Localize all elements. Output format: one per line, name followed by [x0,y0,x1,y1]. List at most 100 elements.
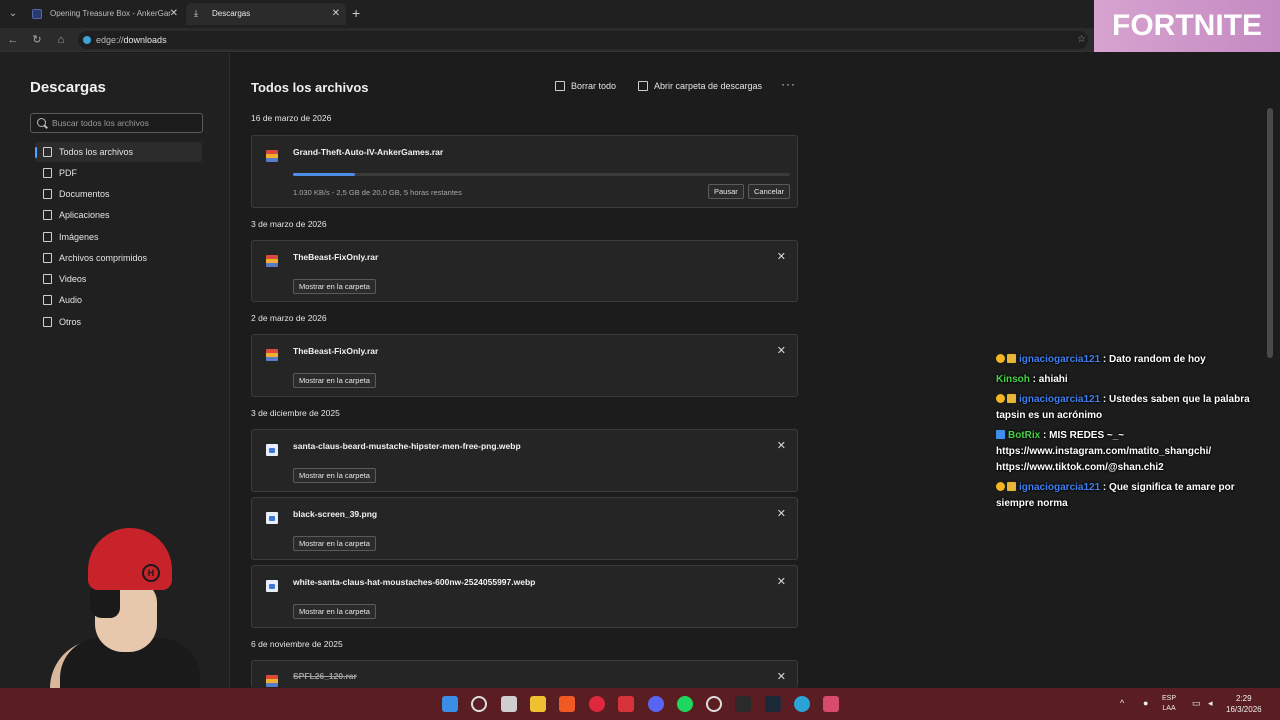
url-field[interactable]: edge://downloads ☆ [78,31,1088,49]
microphone-icon[interactable]: ● [1143,698,1148,708]
edge-icon[interactable] [794,696,810,712]
chat-message: Kinsoh : ahiahi [996,372,1274,388]
page-scrollbar[interactable] [1267,108,1273,358]
video-icon [43,274,52,284]
file-name[interactable]: white-santa-claus-hat-moustaches-600nw-2… [293,577,535,587]
task-view-icon[interactable] [501,696,517,712]
open-folder-label: Abrir carpeta de descargas [654,81,763,91]
show-in-folder-button[interactable]: Mostrar en la carpeta [293,279,376,294]
language-indicator[interactable]: ESP LAA [1162,694,1176,714]
chat-user: ignaciogarcia121 [1019,394,1101,405]
page-title: Todos los archivos [251,80,369,95]
show-in-folder-button[interactable]: Mostrar en la carpeta [293,373,376,388]
file-name[interactable]: SPFL26_120.rar [293,671,357,681]
obs-icon[interactable] [706,696,722,712]
chat-text: : Dato random de hoy [1100,354,1206,365]
search-icon [37,118,46,127]
remove-icon[interactable]: ✕ [777,507,786,520]
sidebar-item-applications[interactable]: Aplicaciones [35,205,202,225]
show-in-folder-button[interactable]: Mostrar en la carpeta [293,604,376,619]
tab-actions-menu[interactable]: ⌄ [5,6,21,22]
file-name[interactable]: Grand-Theft-Auto-IV-AnkerGames.rar [293,147,443,157]
search-icon[interactable] [471,696,487,712]
download-card[interactable]: black-screen_39.png ✕ Mostrar en la carp… [251,497,798,560]
windows-start-icon[interactable] [442,696,458,712]
sidebar-item-all-files[interactable]: Todos los archivos [35,142,202,162]
tab-opening-treasure-box[interactable]: Opening Treasure Box - AnkerGar ✕ [24,3,184,25]
remove-icon[interactable]: ✕ [777,575,786,588]
chat-text: : ahiahi [1029,374,1068,385]
show-in-folder-button[interactable]: Mostrar en la carpeta [293,536,376,551]
sidebar-title: Descargas [30,79,106,96]
home-icon[interactable]: ⌂ [53,32,69,48]
open-downloads-folder-button[interactable]: Abrir carpeta de descargas [638,81,762,91]
badge-icon [1007,394,1016,403]
sidebar-item-videos[interactable]: Videos [35,269,202,289]
remove-icon[interactable]: ✕ [777,670,786,683]
badge-icon [996,394,1005,403]
lang-top: ESP [1162,695,1177,702]
tab-descargas[interactable]: ⤓ Descargas ✕ [186,3,346,25]
close-tab-icon[interactable]: ✕ [332,3,340,25]
refresh-icon[interactable]: ↻ [29,32,45,48]
remove-icon[interactable]: ✕ [777,344,786,357]
download-card[interactable]: white-santa-claus-hat-moustaches-600nw-2… [251,565,798,628]
more-options-icon[interactable]: ··· [781,77,796,91]
music-note-icon [43,295,52,305]
discord-icon[interactable] [648,696,664,712]
clock[interactable]: 2:29 16/3/2026 [1226,693,1262,715]
file-name[interactable]: santa-claus-beard-mustache-hipster-men-f… [293,441,521,451]
favorite-star-icon[interactable]: ☆ [1077,31,1086,49]
chat-user: ignaciogarcia121 [1019,354,1101,365]
date-heading: 6 de noviembre de 2025 [251,639,343,649]
chat-user: BotRix [1008,430,1041,441]
download-card[interactable]: SPFL26_120.rar ✕ [251,660,798,688]
close-tab-icon[interactable]: ✕ [170,3,178,25]
download-card[interactable]: santa-claus-beard-mustache-hipster-men-f… [251,429,798,492]
address-bar-row: ← ↻ ⌂ edge://downloads ☆ [0,28,1094,52]
file-explorer-icon[interactable] [530,696,546,712]
remove-icon[interactable]: ✕ [777,439,786,452]
brave-icon[interactable] [559,696,575,712]
volume-icon[interactable]: ◂ [1208,698,1213,708]
search-input[interactable]: Buscar todos los archivos [30,113,203,133]
back-icon[interactable]: ← [5,32,21,48]
valorant-icon[interactable] [823,696,839,712]
tab-label: Descargas [212,9,251,18]
download-card[interactable]: TheBeast-FixOnly.rar ✕ Mostrar en la car… [251,240,798,302]
image-file-icon [266,444,278,456]
remove-icon[interactable]: ✕ [777,250,786,263]
media-player-icon[interactable] [589,696,605,712]
sidebar-item-pdf[interactable]: PDF [35,163,202,183]
sidebar-item-label: Documentos [59,189,110,199]
tab-label: Opening Treasure Box - AnkerGar [50,9,171,18]
pause-button[interactable]: Pausar [708,184,744,199]
epic-games-icon[interactable] [735,696,751,712]
clear-all-button[interactable]: Borrar todo [555,81,616,91]
badge-icon [996,482,1005,491]
pdf-icon [43,168,52,178]
folder-icon [638,81,648,91]
sidebar-item-compressed[interactable]: Archivos comprimidos [35,248,202,268]
sidebar-item-images[interactable]: Imágenes [35,227,202,247]
chevron-up-icon[interactable]: ^ [1120,698,1124,708]
app-icon[interactable] [618,696,634,712]
new-tab-button[interactable]: + [352,5,360,21]
steam-icon[interactable] [765,696,781,712]
file-name[interactable]: black-screen_39.png [293,509,377,519]
sidebar-item-documents[interactable]: Documentos [35,184,202,204]
sidebar-item-audio[interactable]: Audio [35,290,202,310]
image-file-icon [266,512,278,524]
show-in-folder-button[interactable]: Mostrar en la carpeta [293,468,376,483]
rar-file-icon [266,150,278,162]
sidebar-item-others[interactable]: Otros [35,312,202,332]
spotify-icon[interactable] [677,696,693,712]
download-card[interactable]: TheBeast-FixOnly.rar ✕ Mostrar en la car… [251,334,798,397]
network-icon[interactable]: ▭ [1192,698,1201,708]
file-name[interactable]: TheBeast-FixOnly.rar [293,346,378,356]
sidebar-item-label: Aplicaciones [59,210,110,220]
cancel-button[interactable]: Cancelar [748,184,791,199]
active-download-card[interactable]: Grand-Theft-Auto-IV-AnkerGames.rar 1.030… [251,135,798,208]
url-scheme: edge:// [96,35,124,45]
file-name[interactable]: TheBeast-FixOnly.rar [293,252,378,262]
